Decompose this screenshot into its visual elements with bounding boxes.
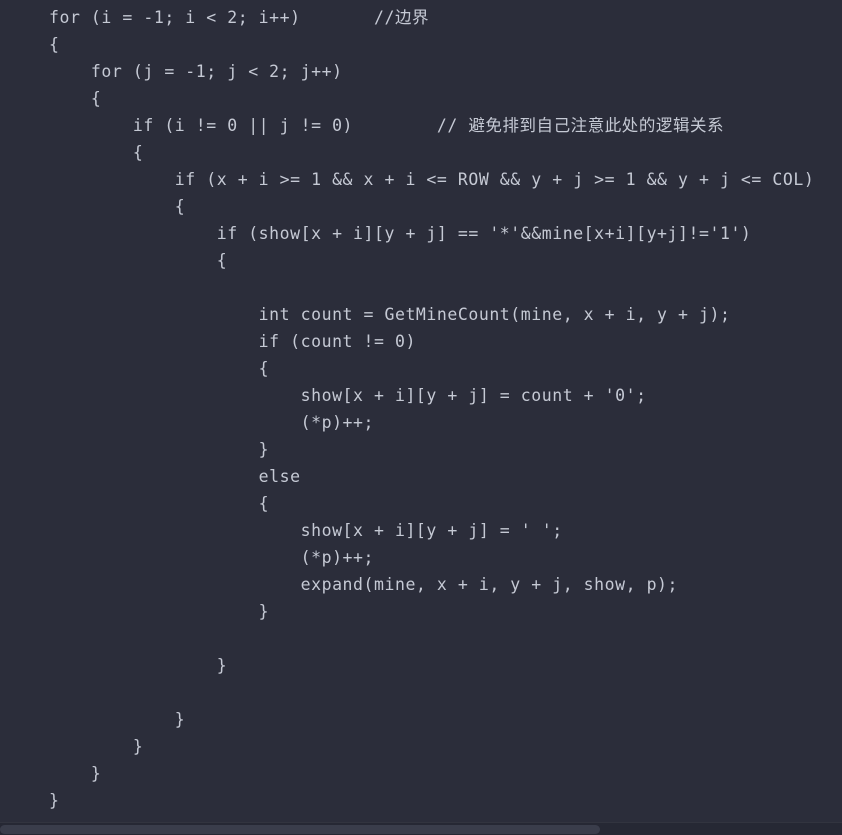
code-line: { [49, 494, 270, 513]
code-line: for (i = -1; i < 2; i++) //边界 [49, 8, 430, 27]
code-line: } [49, 737, 144, 756]
code-line: { [49, 89, 102, 108]
code-line: if (x + i >= 1 && x + i <= ROW && y + j … [49, 170, 815, 189]
code-line: else [49, 467, 301, 486]
code-line: } [49, 764, 102, 783]
code-line: } [49, 602, 270, 621]
code-line: int count = GetMineCount(mine, x + i, y … [49, 305, 731, 324]
horizontal-scrollbar-thumb[interactable] [0, 825, 600, 834]
code-line: show[x + i][y + j] = ' '; [49, 521, 563, 540]
code-line: { [49, 35, 60, 54]
code-line: { [49, 143, 144, 162]
code-line: for (j = -1; j < 2; j++) [49, 62, 343, 81]
code-line: { [49, 251, 228, 270]
code-line: (*p)++; [49, 548, 374, 567]
code-line: } [49, 440, 270, 459]
code-line: if (show[x + i][y + j] == '*'&&mine[x+i]… [49, 224, 752, 243]
code-line: } [49, 656, 228, 675]
code-line: } [49, 710, 186, 729]
code-viewer: for (i = -1; i < 2; i++) //边界 { for (j = … [0, 0, 842, 835]
code-line: expand(mine, x + i, y + j, show, p); [49, 575, 679, 594]
code-line: if (i != 0 || j != 0) // 避免排到自己注意此处的逻辑关系 [49, 116, 725, 135]
code-line: { [49, 359, 270, 378]
code-line: show[x + i][y + j] = count + '0'; [49, 386, 647, 405]
code-block[interactable]: for (i = -1; i < 2; i++) //边界 { for (j = … [0, 0, 842, 814]
code-line: if (count != 0) [49, 332, 416, 351]
code-line: } [49, 791, 60, 810]
code-line: (*p)++; [49, 413, 374, 432]
horizontal-scrollbar[interactable] [0, 822, 842, 835]
code-line: { [49, 197, 186, 216]
